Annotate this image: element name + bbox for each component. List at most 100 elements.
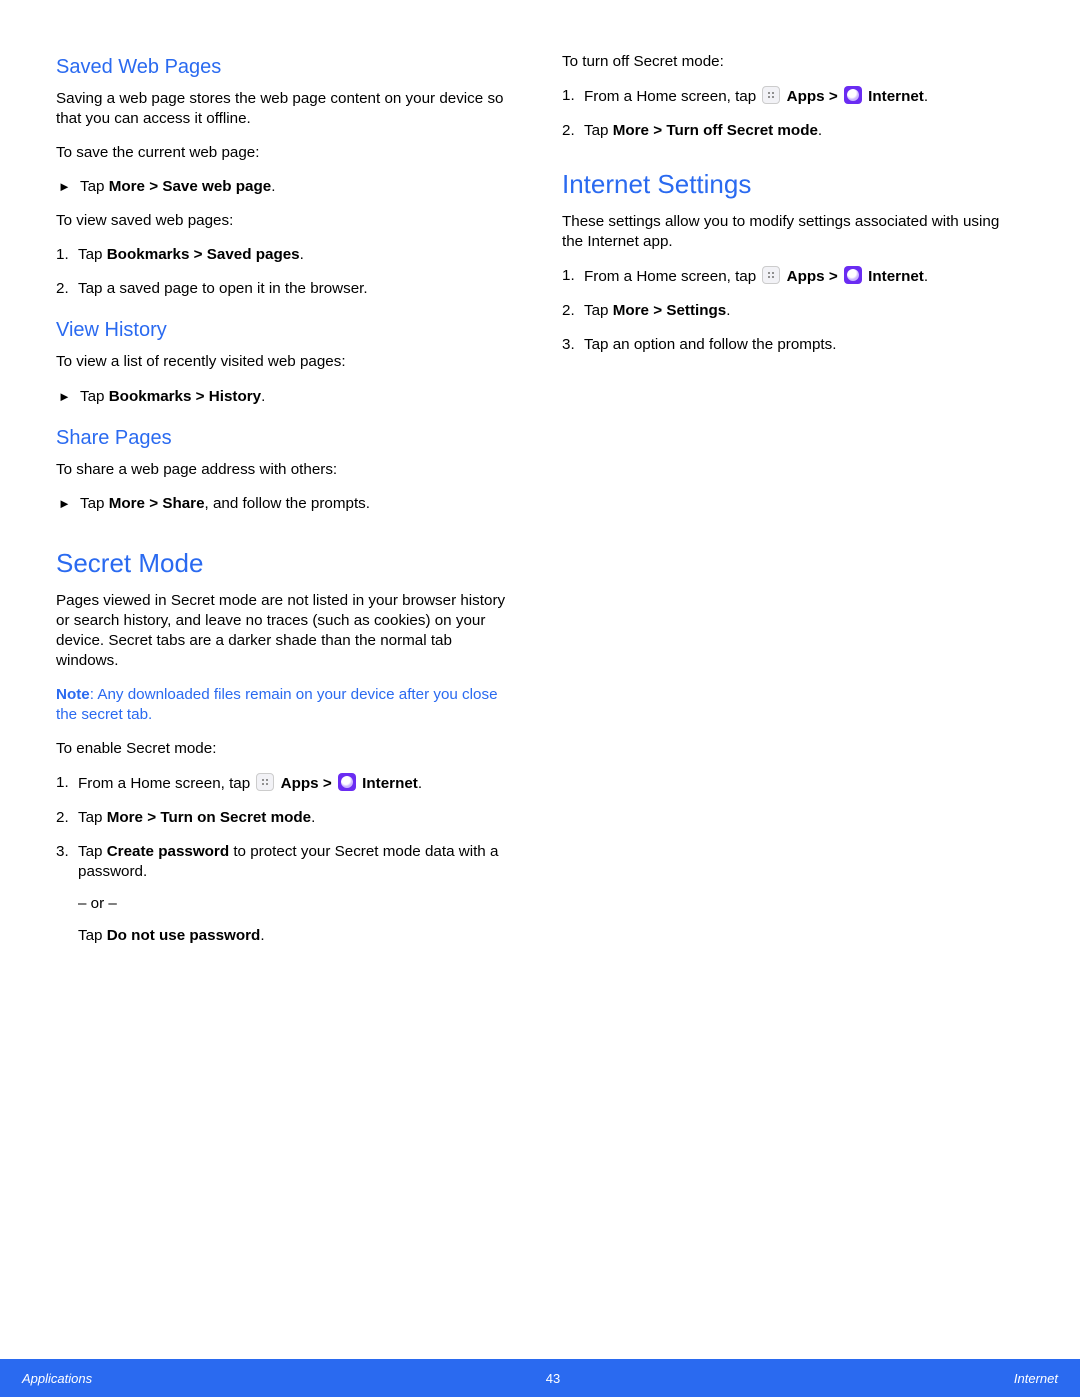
ordered-list: 1. From a Home screen, tap Apps > Intern… [562,266,1024,355]
list-item: 1. From a Home screen, tap Apps > Intern… [562,266,1024,287]
two-column-layout: Saved Web Pages Saving a web page stores… [56,52,1024,961]
text: Tap [80,495,109,512]
list-text: Tap Bookmarks > Saved pages. [78,245,518,265]
body-text: To view a list of recently visited web p… [56,352,518,372]
text: Tap [78,927,107,944]
bold-text: > [825,268,842,285]
text: From a Home screen, tap [584,88,760,105]
list-item: 2. Tap More > Turn on Secret mode. [56,808,518,828]
list-text: Tap More > Settings. [584,301,1024,321]
bullet-text: Tap Bookmarks > History. [80,387,265,407]
body-text: To share a web page address with others: [56,460,518,480]
note-text: Note: Any downloaded files remain on you… [56,685,518,725]
body-text: To save the current web page: [56,143,518,163]
bold-text: Note [56,686,90,703]
footer-right: Internet [1014,1371,1058,1386]
bold-text: More > Save web page [109,178,272,195]
body-text: To turn off Secret mode: [562,52,1024,72]
text: Tap [584,122,613,139]
bullet-item: ► Tap Bookmarks > History. [56,387,518,407]
internet-icon [338,773,356,791]
play-arrow-icon: ► [58,494,80,512]
bold-text: > [825,88,842,105]
list-text: Tap Create password to protect your Secr… [78,842,518,946]
ordered-list: 1.Tap Bookmarks > Saved pages. 2.Tap a s… [56,245,518,299]
text: : Any downloaded files remain on your de… [56,686,498,723]
apps-icon [762,266,780,284]
list-item: 1.Tap Bookmarks > Saved pages. [56,245,518,265]
bullet-text: Tap More > Save web page. [80,177,275,197]
list-text: Tap a saved page to open it in the brows… [78,279,518,299]
body-text: To view saved web pages: [56,211,518,231]
list-item: 3. Tap an option and follow the prompts. [562,335,1024,355]
bold-text: More > Turn off Secret mode [613,122,818,139]
list-text: From a Home screen, tap Apps > Internet. [78,773,518,794]
bold-text: Bookmarks > Saved pages [107,246,300,263]
bullet-item: ► Tap More > Share, and follow the promp… [56,494,518,514]
footer-left: Applications [22,1371,92,1386]
list-item: 2. Tap More > Settings. [562,301,1024,321]
bullet-item: ► Tap More > Save web page. [56,177,518,197]
text: Tap [78,246,107,263]
bold-text: Bookmarks > History [109,388,261,405]
bold-text: Apps [787,88,825,105]
internet-icon [844,266,862,284]
internet-icon [844,86,862,104]
body-text: To enable Secret mode: [56,739,518,759]
list-text: Tap an option and follow the prompts. [584,335,1024,355]
heading-secret-mode: Secret Mode [56,548,518,579]
list-number: 1. [56,245,78,265]
list-number: 2. [56,808,78,828]
bold-text: More > Settings [613,302,727,319]
text: Tap [584,302,613,319]
list-item: 2. Tap More > Turn off Secret mode. [562,121,1024,141]
play-arrow-icon: ► [58,177,80,195]
list-text: Tap More > Turn on Secret mode. [78,808,518,828]
right-column: To turn off Secret mode: 1. From a Home … [562,52,1024,961]
list-number: 1. [562,266,584,286]
list-text: From a Home screen, tap Apps > Internet. [584,86,1024,107]
list-number: 2. [562,121,584,141]
text: Tap [80,178,109,195]
ordered-list: 1. From a Home screen, tap Apps > Intern… [562,86,1024,141]
heading-share-pages: Share Pages [56,427,518,450]
left-column: Saved Web Pages Saving a web page stores… [56,52,518,961]
manual-page: Saved Web Pages Saving a web page stores… [0,0,1080,1397]
list-number: 3. [562,335,584,355]
bold-text: > [319,775,336,792]
list-item: 1. From a Home screen, tap Apps > Intern… [562,86,1024,107]
or-text: – or – [78,894,518,914]
bold-text: Do not use password [107,927,261,944]
bold-text: Create password [107,843,229,860]
bold-text: Internet [362,775,418,792]
text: Tap [78,843,107,860]
bold-text: More > Turn on Secret mode [107,809,311,826]
bold-text: Apps [281,775,319,792]
apps-icon [256,773,274,791]
ordered-list: 1. From a Home screen, tap Apps > Intern… [56,773,518,946]
list-number: 2. [56,279,78,299]
body-text: Saving a web page stores the web page co… [56,89,518,129]
heading-view-history: View History [56,319,518,342]
heading-saved-web-pages: Saved Web Pages [56,56,518,79]
heading-internet-settings: Internet Settings [562,169,1024,200]
list-text: From a Home screen, tap Apps > Internet. [584,266,1024,287]
bold-text: Internet [868,268,924,285]
apps-icon [762,86,780,104]
text: Tap [78,809,107,826]
text: From a Home screen, tap [78,775,254,792]
text: Tap [80,388,109,405]
list-number: 3. [56,842,78,862]
list-number: 1. [56,773,78,793]
footer-page-number: 43 [546,1371,560,1386]
list-item: 1. From a Home screen, tap Apps > Intern… [56,773,518,794]
list-item: 2.Tap a saved page to open it in the bro… [56,279,518,299]
list-item: 3. Tap Create password to protect your S… [56,842,518,946]
bullet-text: Tap More > Share, and follow the prompts… [80,494,370,514]
page-footer: Applications 43 Internet [0,1359,1080,1397]
list-number: 2. [562,301,584,321]
alt-text: Tap Do not use password. [78,926,518,946]
body-text: These settings allow you to modify setti… [562,212,1024,252]
list-number: 1. [562,86,584,106]
text: , and follow the prompts. [205,495,370,512]
